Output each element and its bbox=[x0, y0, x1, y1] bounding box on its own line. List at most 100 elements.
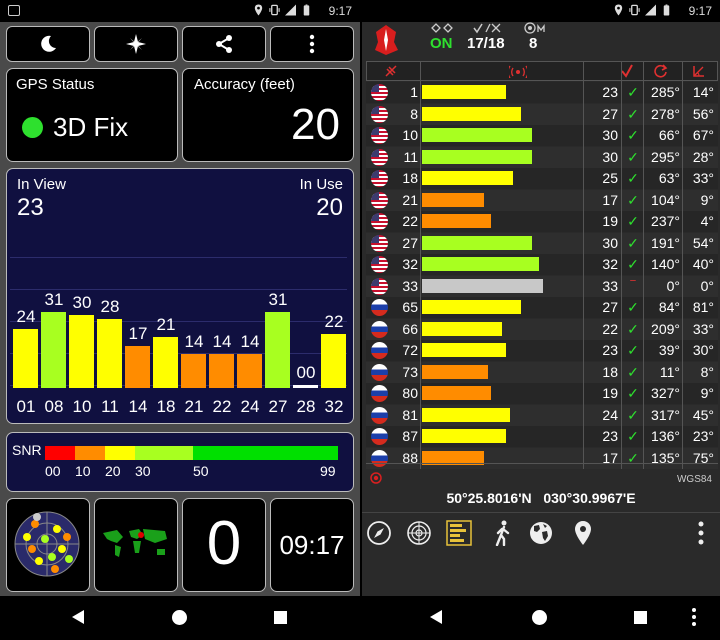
app-logo-icon[interactable] bbox=[372, 24, 400, 56]
night-mode-button[interactable] bbox=[6, 26, 90, 62]
sky-view-tile[interactable] bbox=[6, 498, 90, 592]
snr-bar bbox=[422, 192, 484, 207]
table-row[interactable]: 88 17 ✓ 135° 75° bbox=[366, 447, 718, 469]
table-row[interactable]: 21 17 ✓ 104° 9° bbox=[366, 189, 718, 211]
azimuth-cell: 136° bbox=[651, 428, 680, 444]
home-icon[interactable] bbox=[532, 610, 547, 625]
elevation-cell: 33° bbox=[692, 320, 714, 337]
snr-bar bbox=[69, 314, 94, 388]
table-row[interactable]: 22 19 ✓ 237° 4° bbox=[366, 211, 718, 232]
table-row[interactable]: 10 30 ✓ 66° 67° bbox=[366, 125, 718, 146]
satellite-id-label: 14 bbox=[128, 397, 148, 416]
recents-icon[interactable] bbox=[274, 611, 287, 624]
recents-icon[interactable] bbox=[634, 611, 647, 624]
signal-icon bbox=[285, 4, 296, 16]
snr-bar bbox=[97, 319, 122, 388]
used-check-icon: ✓ bbox=[627, 105, 639, 122]
table-row[interactable]: 33 33 ‾ 0° 0° bbox=[366, 275, 718, 297]
us-flag-icon bbox=[371, 256, 388, 273]
table-column-divider bbox=[621, 61, 622, 469]
signal-strength-column-icon[interactable] bbox=[509, 64, 527, 78]
table-row[interactable]: 80 19 ✓ 327° 9° bbox=[366, 383, 718, 404]
azimuth-cell: 63° bbox=[658, 170, 680, 186]
record-icon[interactable] bbox=[370, 472, 382, 484]
gps-on-value: ON bbox=[430, 35, 453, 52]
world-map-tile[interactable] bbox=[94, 498, 178, 592]
back-icon[interactable] bbox=[72, 610, 84, 624]
snr-bar bbox=[422, 386, 491, 400]
used-column-icon[interactable] bbox=[620, 64, 634, 78]
satellite-id-label: 11 bbox=[101, 397, 119, 416]
snr-tick-10: 10 bbox=[75, 463, 91, 479]
snr-value-label: 17 bbox=[128, 324, 148, 344]
used-check-icon: ✓ bbox=[627, 428, 639, 444]
snr-scale-lime bbox=[135, 446, 193, 460]
satellite-list-icon[interactable] bbox=[446, 520, 472, 546]
snr-label: SNR bbox=[12, 442, 42, 458]
table-row[interactable]: 32 32 ✓ 140° 40° bbox=[366, 254, 718, 275]
home-icon[interactable] bbox=[172, 610, 187, 625]
table-row[interactable]: 1 23 ✓ 285° 14° bbox=[366, 82, 718, 103]
elevation-cell: 54° bbox=[692, 234, 714, 251]
coordinates: 50°25.8016'N 030°30.9967'E bbox=[362, 490, 720, 506]
table-row[interactable]: 73 18 ✓ 11° 8° bbox=[366, 361, 718, 383]
compass-icon[interactable] bbox=[366, 520, 392, 546]
ru-flag-icon bbox=[371, 363, 388, 381]
globe-icon[interactable] bbox=[528, 520, 554, 546]
table-row[interactable]: 65 27 ✓ 84° 81° bbox=[366, 297, 718, 318]
table-row[interactable]: 11 30 ✓ 295° 28° bbox=[366, 146, 718, 168]
snr-value-label: 14 bbox=[184, 331, 204, 351]
overflow-menu-button[interactable] bbox=[270, 26, 354, 62]
us-flag-canton bbox=[371, 256, 379, 264]
azimuth-column-icon[interactable] bbox=[654, 64, 668, 78]
elevation-cell: 33° bbox=[692, 170, 714, 186]
snr-bar bbox=[321, 334, 346, 388]
table-row[interactable]: 66 22 ✓ 209° 33° bbox=[366, 318, 718, 340]
satellite-id-label: 24 bbox=[240, 397, 260, 416]
prn-cell: 65 bbox=[402, 299, 418, 315]
snr-cell: 30 bbox=[602, 127, 618, 143]
in-view-value: 23 bbox=[17, 194, 44, 221]
azimuth-cell: 209° bbox=[651, 320, 680, 337]
overflow-menu-icon[interactable] bbox=[688, 520, 714, 546]
table-row[interactable]: 27 30 ✓ 191° 54° bbox=[366, 232, 718, 254]
prn-cell: 73 bbox=[402, 363, 418, 380]
snr-tick-99: 99 bbox=[320, 463, 336, 479]
azimuth-cell: 237° bbox=[651, 213, 680, 229]
map-pin-icon[interactable] bbox=[570, 520, 596, 546]
compass-button[interactable] bbox=[94, 26, 178, 62]
radar-icon[interactable] bbox=[406, 520, 432, 546]
snr-scale-yellow bbox=[105, 446, 135, 460]
table-row[interactable]: 72 23 ✓ 39° 30° bbox=[366, 340, 718, 361]
ru-flag-icon bbox=[371, 320, 388, 338]
share-button[interactable] bbox=[182, 26, 266, 62]
elevation-column-icon[interactable] bbox=[692, 64, 706, 78]
us-flag-canton bbox=[371, 170, 379, 178]
elevation-cell: 8° bbox=[700, 363, 714, 380]
table-row[interactable]: 8 27 ✓ 278° 56° bbox=[366, 103, 718, 125]
azimuth-cell: 84° bbox=[658, 299, 680, 315]
accuracy-value: 20 bbox=[291, 100, 340, 149]
prn-cell: 8 bbox=[410, 105, 418, 122]
snr-bar bbox=[422, 278, 543, 293]
used-check-icon: ✓ bbox=[627, 213, 639, 229]
used-check-icon: ✓ bbox=[627, 256, 639, 272]
prn-cell: 33 bbox=[402, 277, 418, 294]
azimuth-cell: 39° bbox=[658, 342, 680, 358]
prn-cell: 81 bbox=[402, 406, 418, 423]
snr-cell: 18 bbox=[602, 363, 618, 380]
back-icon[interactable] bbox=[430, 610, 442, 624]
table-row[interactable]: 87 23 ✓ 136° 23° bbox=[366, 426, 718, 447]
nav-menu-icon[interactable] bbox=[692, 608, 696, 628]
snr-value-label: 14 bbox=[240, 331, 260, 351]
walking-icon[interactable] bbox=[490, 520, 516, 546]
table-row[interactable]: 18 25 ✓ 63° 33° bbox=[366, 168, 718, 189]
snr-bar bbox=[422, 235, 532, 250]
table-row[interactable]: 81 24 ✓ 317° 45° bbox=[366, 404, 718, 426]
snr-cell: 27 bbox=[602, 105, 618, 122]
snr-bar bbox=[422, 128, 532, 142]
satellite-column-icon[interactable] bbox=[384, 64, 398, 78]
used-check-icon: ✓ bbox=[627, 127, 639, 143]
longitude: 030°30.9967'E bbox=[543, 490, 636, 506]
status-time: 9:17 bbox=[688, 4, 712, 18]
